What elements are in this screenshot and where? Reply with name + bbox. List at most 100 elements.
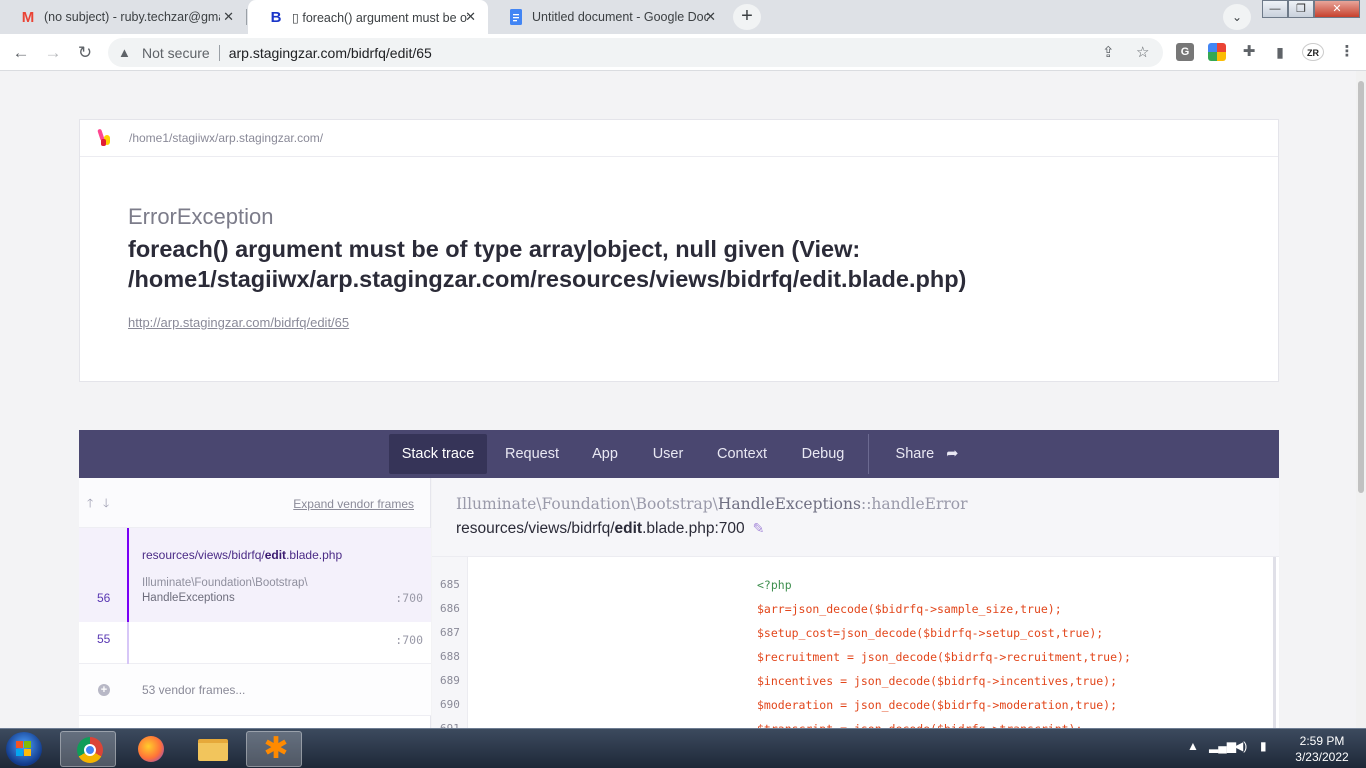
tab-gmail[interactable]: M (no subject) - ruby.techzar@gma ✕	[0, 0, 246, 34]
share-icon[interactable]: ⇪	[1102, 43, 1115, 61]
minimize-button[interactable]: —	[1262, 0, 1288, 18]
chrome-icon	[77, 737, 103, 763]
network-icon[interactable]: ▂▄▆	[1209, 739, 1236, 753]
back-icon[interactable]: ←	[8, 40, 34, 66]
detail-class: Illuminate\Foundation\Bootstrap\HandleEx…	[456, 495, 968, 513]
system-clock[interactable]: 2:59 PM 3/23/2022	[1282, 733, 1362, 765]
frame-detail-panel: Illuminate\Foundation\Bootstrap\HandleEx…	[432, 478, 1279, 736]
taskbar-explorer[interactable]	[184, 731, 240, 767]
firefox-icon	[138, 736, 164, 762]
bookmark-star-icon[interactable]: ☆	[1136, 43, 1149, 61]
tray-expand-icon[interactable]: ▲	[1187, 739, 1199, 753]
tab-user[interactable]: User	[644, 434, 692, 474]
taskbar-firefox[interactable]	[122, 731, 178, 767]
side-panel-icon[interactable]: ▮	[1271, 43, 1289, 61]
code-line: $moderation = json_decode($bidrfq->moder…	[757, 698, 1118, 712]
arrow-down-icon[interactable]: 🡓	[103, 494, 109, 515]
close-tab-icon[interactable]: ✕	[705, 9, 716, 25]
frame-class: Illuminate\Foundation\Bootstrap\ HandleEx…	[142, 577, 308, 604]
battery-icon[interactable]: ▮	[1260, 739, 1267, 753]
stack-frame-list: 🡑 🡓 Expand vendor frames resources/views…	[79, 478, 431, 728]
close-tab-icon[interactable]: ✕	[465, 9, 476, 25]
share-button[interactable]: Share ➦	[885, 434, 969, 474]
app-path: /home1/stagiiwx/arp.stagingzar.com/	[129, 131, 324, 145]
tab-divider	[246, 9, 247, 25]
address-bar[interactable]: ▲ Not secure arp.stagingzar.com/bidrfq/e…	[108, 38, 1163, 67]
tab-title: Untitled document - Google Doc	[532, 10, 708, 24]
forward-icon[interactable]: →	[40, 40, 66, 66]
edit-pencil-icon[interactable]: ✎	[753, 520, 765, 537]
warning-icon[interactable]: ▲	[118, 45, 134, 60]
tab-request[interactable]: Request	[497, 434, 567, 474]
exception-class: ErrorException	[128, 204, 274, 229]
vendor-frames-label: 53 vendor frames...	[142, 683, 246, 697]
vendor-frames-toggle[interactable]: + 53 vendor frames...	[79, 664, 431, 716]
tab-error-page[interactable]: B ▯ foreach() argument must be of ✕	[248, 0, 488, 34]
stack-frame-selected[interactable]: resources/views/bidrfq/edit.blade.php 56…	[79, 528, 431, 622]
puzzle-icon[interactable]: ✚	[1240, 43, 1258, 61]
line-number: 685	[440, 578, 460, 591]
expand-vendor-frames-link[interactable]: Expand vendor frames	[293, 497, 414, 511]
tab-stack-trace[interactable]: Stack trace	[389, 434, 487, 474]
asterisk-app-icon: ✱	[263, 732, 289, 765]
scrollbar-thumb[interactable]	[1358, 81, 1364, 493]
arrow-up-icon[interactable]: 🡑	[87, 494, 93, 515]
line-number: 690	[440, 698, 460, 711]
stack-frame[interactable]: 55 :700	[79, 622, 431, 664]
detail-file: resources/views/bidrfq/edit.blade.php:70…	[456, 520, 765, 537]
ignition-icon: B	[270, 8, 282, 26]
tab-title: ▯ foreach() argument must be of	[292, 10, 468, 25]
error-nav-bar: Stack trace Request App User Context Deb…	[79, 430, 1279, 478]
tab-context[interactable]: Context	[707, 434, 777, 474]
ignition-logo-icon	[97, 128, 111, 147]
maximize-button[interactable]: ❐	[1288, 0, 1314, 18]
code-line: $arr=json_decode($bidrfq->sample_size,tr…	[757, 602, 1062, 616]
clock-date: 3/23/2022	[1295, 750, 1349, 764]
taskbar: ✱ ▲ ▂▄▆ ◀) ▮ 2:59 PM 3/23/2022	[0, 728, 1366, 768]
line-number: 689	[440, 674, 460, 687]
profile-avatar[interactable]: ZR	[1302, 43, 1324, 61]
frame-line: :700	[395, 633, 423, 647]
request-url-link[interactable]: http://arp.stagingzar.com/bidrfq/edit/65	[128, 315, 349, 330]
browser-toolbar: ← → ↻ ▲ Not secure arp.stagingzar.com/bi…	[0, 34, 1366, 71]
line-number: 687	[440, 626, 460, 639]
tab-debug[interactable]: Debug	[792, 434, 854, 474]
grammarly-icon[interactable]: G	[1176, 43, 1194, 61]
nav-divider	[868, 434, 869, 474]
security-label[interactable]: Not secure	[142, 45, 210, 61]
reload-icon[interactable]: ↻	[72, 40, 98, 66]
menu-icon[interactable]: ⋮	[1338, 43, 1356, 61]
code-line: $incentives = json_decode($bidrfq->incen…	[757, 674, 1118, 688]
path-bar: /home1/stagiiwx/arp.stagingzar.com/	[80, 120, 1278, 157]
frame-rail	[127, 622, 129, 664]
extension-icon[interactable]	[1208, 43, 1226, 61]
code-line: <?php	[757, 578, 792, 592]
divider	[218, 44, 220, 61]
stack-toolbar: 🡑 🡓 Expand vendor frames	[79, 478, 430, 528]
frame-number: 56	[97, 591, 111, 605]
line-number: 688	[440, 650, 460, 663]
code-line: $setup_cost=json_decode($bidrfq->setup_c…	[757, 626, 1104, 640]
start-button[interactable]	[6, 732, 42, 766]
tab-search-icon[interactable]: ⌄	[1223, 4, 1251, 30]
frame-detail-header: Illuminate\Foundation\Bootstrap\HandleEx…	[432, 478, 1279, 557]
taskbar-chrome[interactable]	[60, 731, 116, 767]
code-scrollbar[interactable]	[1273, 557, 1276, 728]
volume-icon[interactable]: ◀)	[1234, 739, 1247, 753]
frame-number: 55	[97, 632, 111, 646]
windows-logo-icon	[16, 741, 32, 757]
gmail-icon: M	[21, 8, 35, 26]
close-tab-icon[interactable]: ✕	[223, 9, 234, 25]
tab-strip: M (no subject) - ruby.techzar@gma ✕ B ▯ …	[0, 0, 1366, 34]
docs-icon	[508, 9, 524, 25]
page-scrollbar[interactable]	[1356, 71, 1366, 728]
new-tab-button[interactable]: +	[733, 4, 761, 30]
url-text[interactable]: arp.stagingzar.com/bidrfq/edit/65	[229, 45, 432, 61]
clock-time: 2:59 PM	[1299, 734, 1345, 748]
tab-google-docs[interactable]: Untitled document - Google Doc ✕	[488, 0, 728, 34]
error-header-card: /home1/stagiiwx/arp.stagingzar.com/ Erro…	[79, 119, 1279, 382]
frame-rail	[127, 528, 129, 622]
taskbar-app[interactable]: ✱	[246, 731, 302, 767]
tab-app[interactable]: App	[581, 434, 629, 474]
close-window-button[interactable]: ✕	[1314, 0, 1360, 18]
